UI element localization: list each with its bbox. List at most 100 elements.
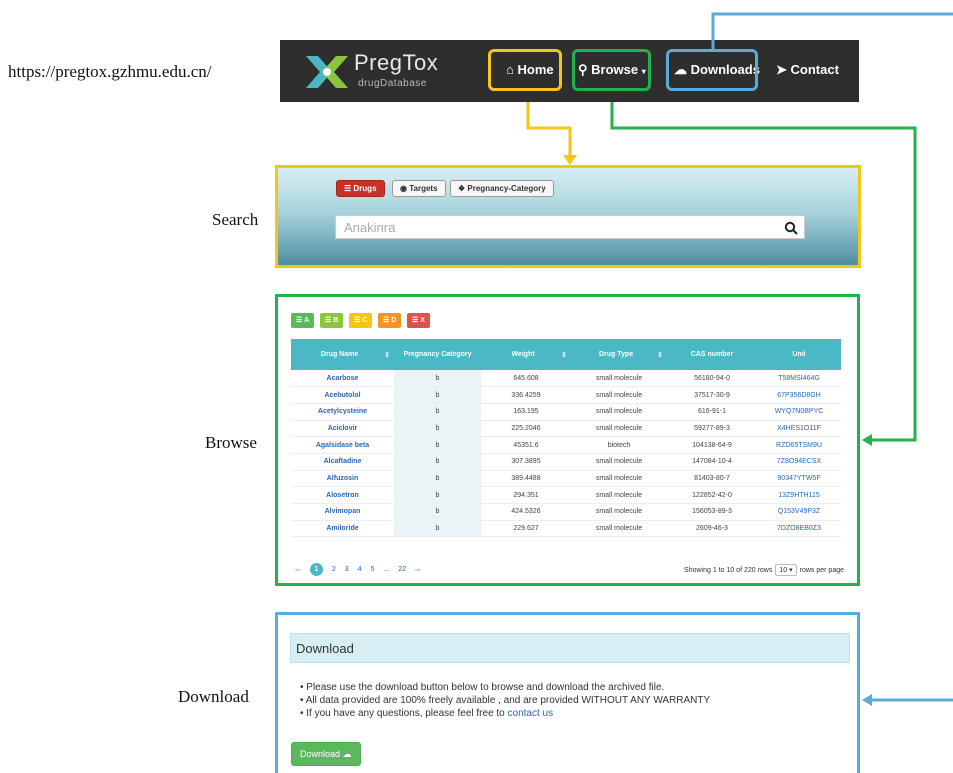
cas-number-cell: 616-91-1 bbox=[667, 403, 757, 421]
column-header-cas-number[interactable]: CAS number bbox=[667, 339, 757, 370]
table-row: Alvimopan b 424.5326 small molecule 156053-8… bbox=[291, 503, 841, 521]
drug-name-cell[interactable]: Agalsidase beta bbox=[291, 436, 394, 454]
unii-cell[interactable]: WYQ7N0BPYC bbox=[757, 403, 841, 421]
unii-cell[interactable]: T58MSI464G bbox=[757, 370, 841, 388]
drug-name-cell[interactable]: Alosetron bbox=[291, 486, 394, 504]
search-input[interactable]: Anakinra bbox=[335, 215, 805, 239]
page-button[interactable]: 5 bbox=[371, 566, 375, 573]
column-header-drug-name[interactable]: Drug Name ⇕ bbox=[291, 339, 394, 370]
sort-icon: ⇕ bbox=[384, 351, 390, 359]
cas-number-cell: 122852-42-0 bbox=[667, 486, 757, 504]
category-b-button[interactable]: ☰ B bbox=[320, 313, 344, 328]
weight-cell: 389.4488 bbox=[481, 470, 571, 488]
page-button[interactable]: 1 bbox=[309, 563, 323, 576]
drug-name-cell[interactable]: Alvimopan bbox=[291, 503, 394, 521]
cas-number-cell: 104138-64-9 bbox=[667, 436, 757, 454]
weight-cell: 229.627 bbox=[481, 520, 571, 538]
list-item: Please use the download button below to … bbox=[300, 681, 710, 694]
list-item: If you have any questions, please feel f… bbox=[300, 707, 710, 720]
drug-name-cell[interactable]: Aciclovir bbox=[291, 420, 394, 438]
list-icon: ☰ bbox=[412, 317, 421, 324]
column-header-pregnancy-category[interactable]: Pregnancy Category bbox=[394, 339, 481, 370]
drug-name-cell[interactable]: Acetylcysteine bbox=[291, 403, 394, 421]
weight-cell: 45351.6 bbox=[481, 436, 571, 454]
contact-us-link[interactable]: contact us bbox=[508, 708, 554, 719]
cas-number-cell: 156053-89-3 bbox=[667, 503, 757, 521]
column-header-label: Unii bbox=[792, 351, 806, 358]
pregnancy-category-cell: b bbox=[394, 453, 481, 471]
page-ellipsis: ... bbox=[383, 566, 390, 573]
unii-cell[interactable]: 7Z8O94ECSX bbox=[757, 453, 841, 471]
category-c-label: C bbox=[362, 317, 368, 324]
category-c-button[interactable]: ☰ C bbox=[349, 313, 373, 328]
page-button[interactable]: 22 bbox=[398, 566, 406, 573]
column-header-label: Weight bbox=[511, 350, 535, 358]
pregnancy-category-cell: b bbox=[394, 436, 481, 454]
unii-cell[interactable]: 13Z9HTH115 bbox=[757, 486, 841, 504]
category-d-button[interactable]: ☰ D bbox=[378, 313, 402, 328]
column-header-label: Drug Name bbox=[320, 350, 359, 358]
pregnancy-category-cell: b bbox=[394, 370, 481, 388]
cas-number-cell: 2609-46-3 bbox=[667, 520, 757, 538]
table-row: Acebutolol b 336.4259 small molecule 37517-3… bbox=[291, 386, 841, 404]
category-a-button[interactable]: ☰ A bbox=[291, 313, 315, 328]
pregnancy-category-cell: b bbox=[394, 470, 481, 488]
unii-cell[interactable]: 90347YTW5F bbox=[757, 470, 841, 488]
search-icon[interactable] bbox=[784, 221, 798, 235]
drug-type-cell: biotech bbox=[571, 436, 667, 454]
column-header-unii[interactable]: Unii bbox=[757, 339, 841, 370]
tab-drugs-label: Drugs bbox=[353, 184, 377, 193]
page-button[interactable]: 2 bbox=[332, 566, 336, 573]
list-icon: ☰ bbox=[344, 184, 352, 193]
sort-icon: ⇕ bbox=[561, 351, 567, 359]
drug-name-cell[interactable]: Acarbose bbox=[291, 370, 394, 388]
page-button[interactable]: 3 bbox=[345, 566, 349, 573]
table-body: Acarbose b 645.608 small molecule 56180-94-0… bbox=[291, 370, 841, 538]
unii-cell[interactable]: Q153V49P3Z bbox=[757, 503, 841, 521]
unii-cell[interactable]: 7DZO8EB0Z3 bbox=[757, 520, 841, 538]
unii-cell[interactable]: 67P356D8GH bbox=[757, 386, 841, 404]
pregnancy-category-cell: b bbox=[394, 403, 481, 421]
unii-cell[interactable]: X4HES1O11F bbox=[757, 420, 841, 438]
table-row: Agalsidase beta b 45351.6 biotech 104138-64-… bbox=[291, 436, 841, 454]
target-icon: ◉ bbox=[400, 184, 407, 193]
pregnancy-category-cell: b bbox=[394, 420, 481, 438]
tab-pregnancy-category[interactable]: ❖ Pregnancy-Category bbox=[450, 180, 554, 197]
column-header-label: CAS number bbox=[690, 351, 734, 358]
tags-icon: ❖ bbox=[458, 184, 466, 193]
pregnancy-category-cell: b bbox=[394, 520, 481, 538]
weight-cell: 307.3895 bbox=[481, 453, 571, 471]
tab-targets-label: Targets bbox=[409, 184, 438, 193]
next-page-icon[interactable]: ⇨ bbox=[415, 566, 421, 574]
tab-drugs[interactable]: ☰ Drugs bbox=[336, 180, 385, 197]
weight-cell: 645.608 bbox=[481, 370, 571, 388]
download-instructions: Please use the download button below to … bbox=[300, 681, 710, 720]
weight-cell: 163.195 bbox=[481, 403, 571, 421]
page-button[interactable]: 4 bbox=[358, 566, 362, 573]
drug-name-cell[interactable]: Alfuzosin bbox=[291, 470, 394, 488]
cas-number-cell: 59277-89-3 bbox=[667, 420, 757, 438]
download-panel-title: Download bbox=[290, 633, 850, 663]
category-a-label: A bbox=[303, 317, 310, 324]
download-button[interactable]: Download ☁ bbox=[291, 742, 361, 766]
category-x-button[interactable]: ☰ X bbox=[407, 313, 430, 328]
drug-name-cell[interactable]: Alcaftadine bbox=[291, 453, 394, 471]
drug-name-cell[interactable]: Acebutolol bbox=[291, 386, 394, 404]
unii-cell[interactable]: RZD65TSM9U bbox=[757, 436, 841, 454]
drug-type-cell: small molecule bbox=[571, 420, 667, 438]
column-header-weight[interactable]: Weight ⇕ bbox=[481, 339, 571, 370]
list-item: All data provided are 100% freely availa… bbox=[300, 694, 710, 707]
drug-table: Drug Name ⇕ Pregnancy Category Weight ⇕ … bbox=[291, 339, 841, 538]
column-header-label: Drug Type bbox=[599, 350, 634, 358]
previous-page-icon[interactable]: ⇦ bbox=[295, 566, 301, 574]
table-row: Alcaftadine b 307.3895 small molecule 147084… bbox=[291, 453, 841, 471]
tab-targets[interactable]: ◉ Targets bbox=[392, 180, 446, 197]
rows-per-page-select[interactable]: 10 ▾ bbox=[775, 564, 797, 576]
download-panel: Download Please use the download button … bbox=[275, 612, 860, 773]
drug-type-cell: small molecule bbox=[571, 503, 667, 521]
weight-cell: 424.5326 bbox=[481, 503, 571, 521]
drug-name-cell[interactable]: Amiloride bbox=[291, 520, 394, 538]
column-header-drug-type[interactable]: Drug Type ⇕ bbox=[571, 339, 667, 370]
pregnancy-category-cell: b bbox=[394, 486, 481, 504]
pagination-info: Showing 1 to 10 of 220 rows 10 ▾ rows pe… bbox=[684, 564, 844, 576]
